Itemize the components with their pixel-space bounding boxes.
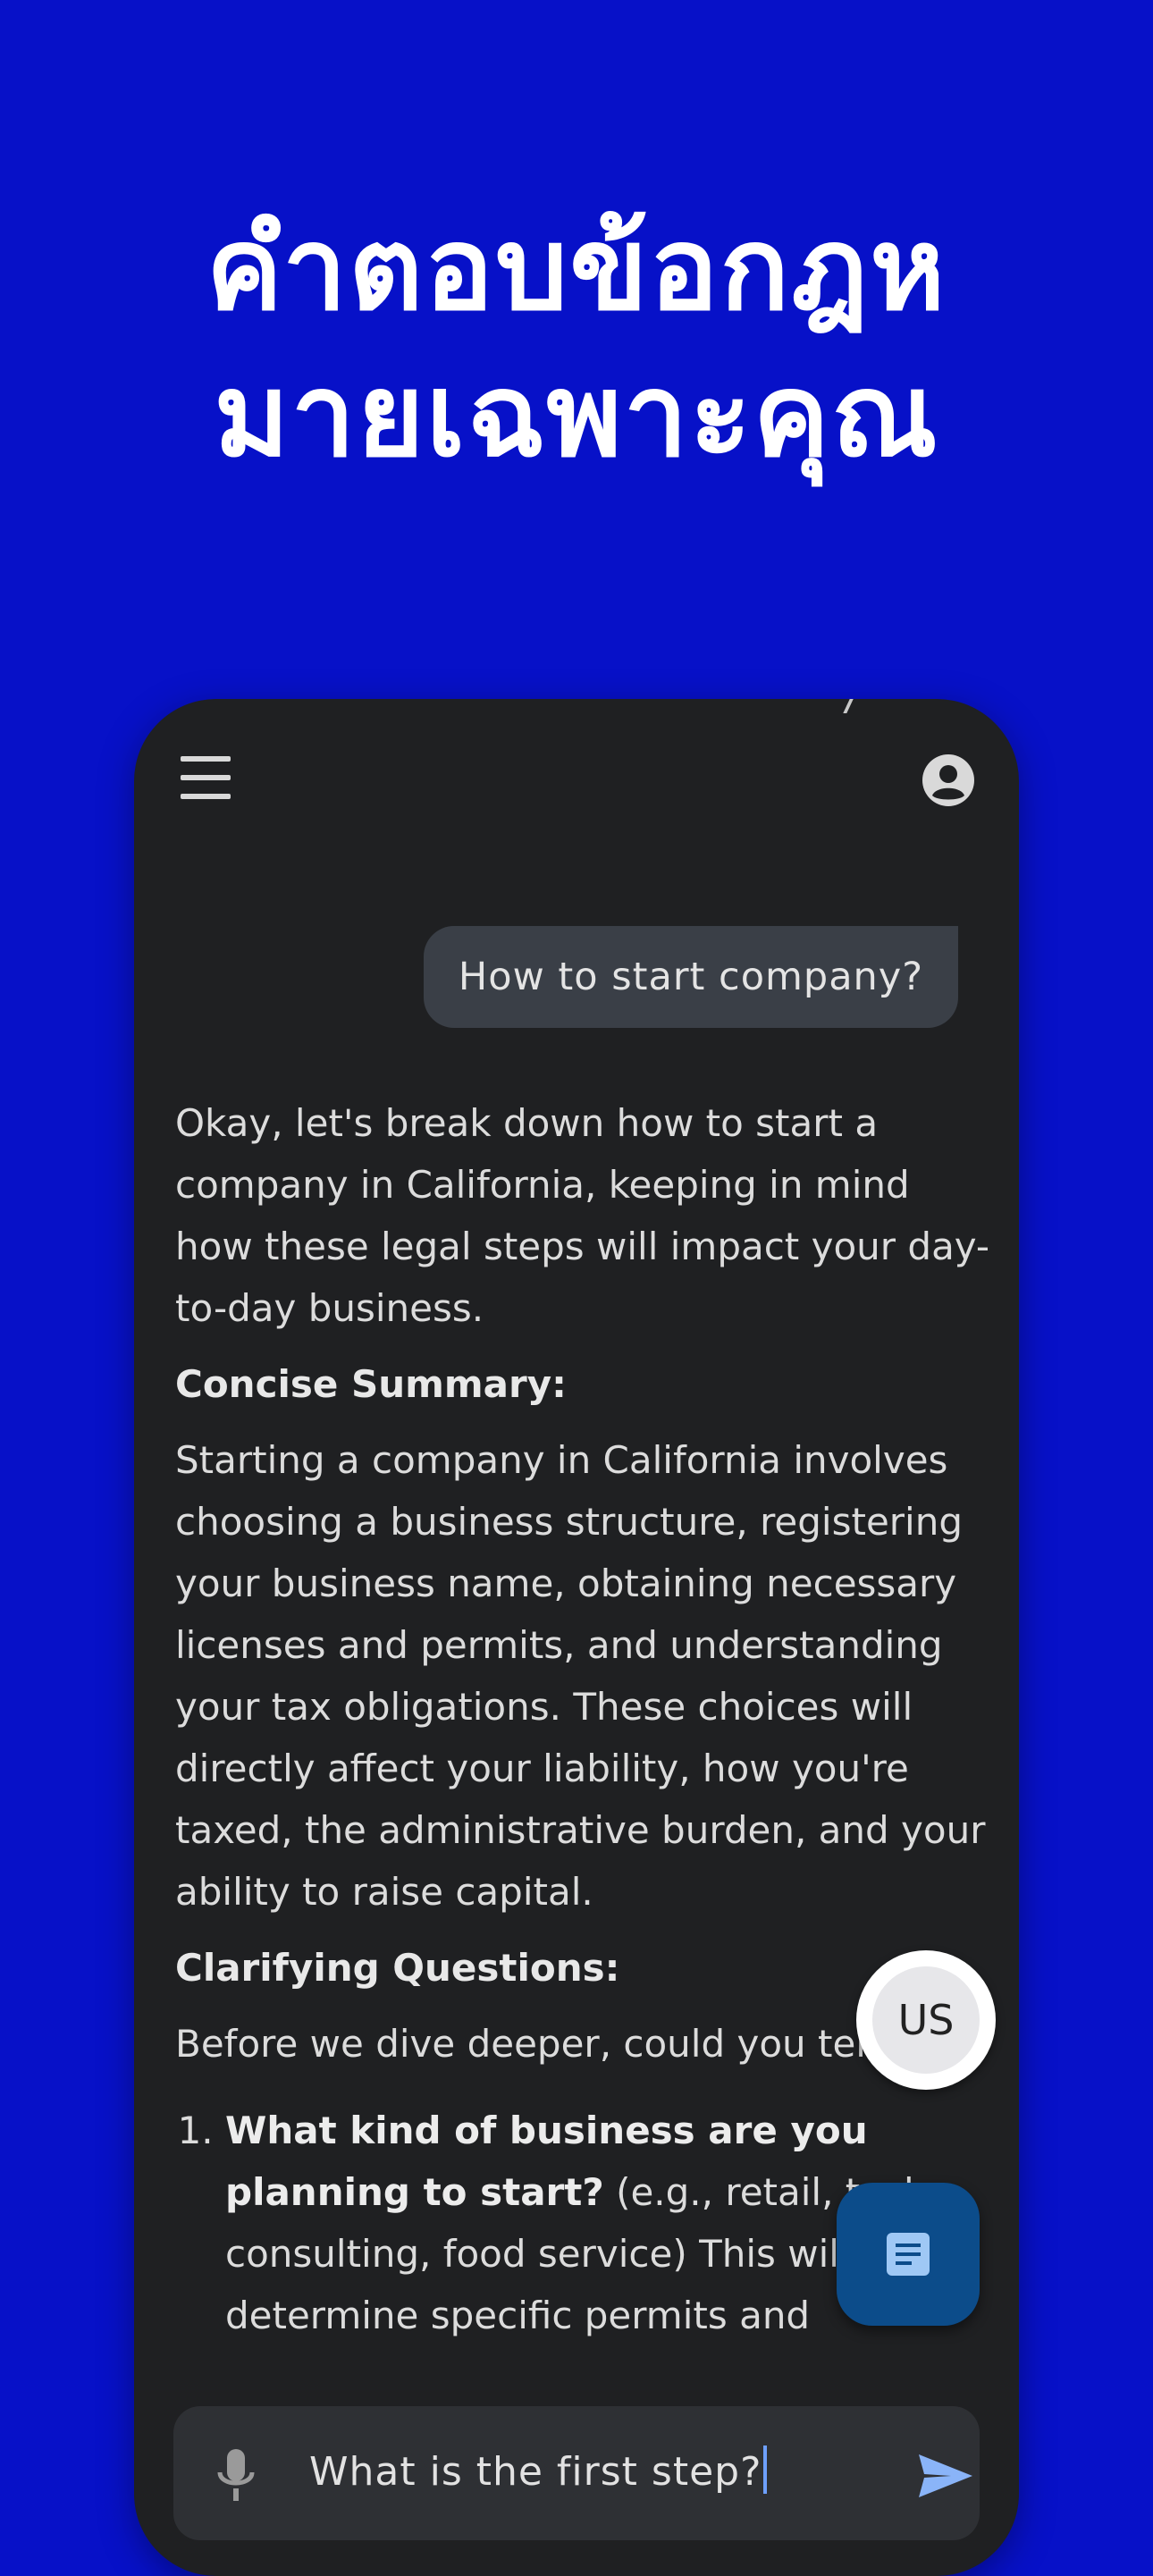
send-icon[interactable]: [915, 2451, 976, 2501]
hamburger-menu-icon[interactable]: [181, 756, 231, 799]
status-mark: [843, 699, 864, 713]
account-circle-icon[interactable]: [921, 753, 976, 808]
assistant-answer: Okay, let's break down how to start a co…: [175, 1092, 997, 2346]
text-caret: [763, 2446, 768, 2494]
answer-intro: Okay, let's break down how to start a co…: [175, 1101, 990, 1330]
summary-text: Starting a company in California involve…: [175, 1438, 986, 1914]
user-message-bubble: How to start company?: [424, 926, 958, 1028]
document-icon[interactable]: [837, 2183, 980, 2326]
summary-heading: Concise Summary:: [175, 1362, 567, 1406]
microphone-icon[interactable]: [215, 2446, 257, 2506]
headline-line-1: คำตอบข้อกฎห: [206, 203, 947, 336]
chat-input-bar: What is the first step?: [173, 2406, 980, 2540]
headline-line-2: มายเฉพาะคุณ: [214, 349, 939, 483]
chat-input-field[interactable]: What is the first step?: [309, 2446, 768, 2495]
jurisdiction-button[interactable]: US: [856, 1950, 996, 2090]
chat-input-value: What is the first step?: [309, 2449, 762, 2495]
promo-headline: คำตอบข้อกฎห มายเฉพาะคุณ: [0, 197, 1153, 490]
phone-screen: How to start company? Okay, let's break …: [134, 699, 1019, 2576]
jurisdiction-label: US: [872, 1966, 980, 2074]
